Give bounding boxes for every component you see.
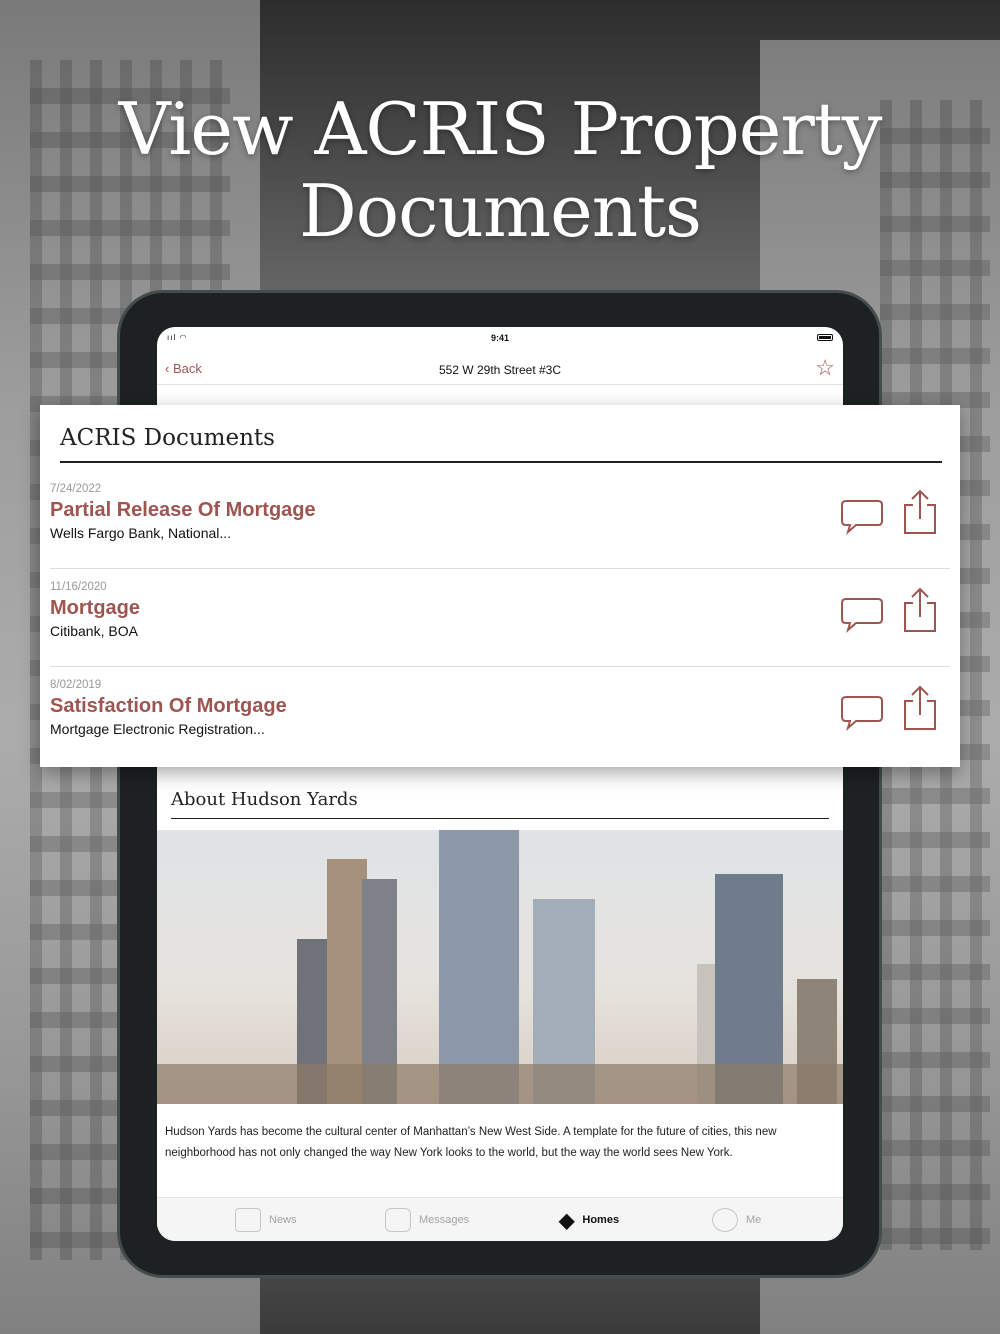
map-pin-icon: ◆	[559, 1209, 575, 1232]
tab-homes-label: Homes	[582, 1214, 620, 1226]
tab-messages[interactable]: Messages	[385, 1206, 469, 1234]
status-bar: ııl ◠ 9:41	[157, 327, 843, 349]
tab-messages-label: Messages	[419, 1214, 470, 1226]
headline: View ACRIS Property Documents	[0, 88, 1000, 252]
document-party: Mortgage Electronic Registration...	[50, 721, 265, 737]
newspaper-icon	[235, 1208, 261, 1232]
tab-bar: News Messages ◆ Homes Me	[157, 1197, 843, 1241]
about-section-title: About Hudson Yards	[171, 789, 829, 819]
comment-icon[interactable]	[840, 693, 884, 733]
document-party: Wells Fargo Bank, National...	[50, 525, 232, 541]
acris-documents-card: ACRIS Documents 7/24/2022 Partial Releas…	[40, 405, 960, 767]
document-date: 8/02/2019	[50, 679, 102, 691]
tab-news[interactable]: News	[235, 1206, 297, 1234]
share-icon[interactable]	[902, 587, 938, 633]
document-party: Citibank, BOA	[50, 623, 138, 639]
tab-news-label: News	[269, 1214, 297, 1226]
star-icon[interactable]: ☆	[815, 357, 835, 379]
tab-homes[interactable]: ◆ Homes	[559, 1206, 619, 1234]
document-title[interactable]: Satisfaction Of Mortgage	[50, 695, 287, 718]
tab-me[interactable]: Me	[712, 1206, 761, 1234]
document-row[interactable]: 11/16/2020 Mortgage Citibank, BOA	[50, 569, 950, 667]
about-description: Hudson Yards has become the cultural cen…	[165, 1126, 777, 1159]
document-date: 7/24/2022	[50, 483, 102, 495]
comment-icon[interactable]	[840, 497, 884, 537]
headline-line-2: Documents	[299, 169, 702, 253]
user-icon	[712, 1208, 738, 1232]
document-row[interactable]: 8/02/2019 Satisfaction Of Mortgage Mortg…	[50, 667, 950, 765]
tab-me-label: Me	[746, 1214, 762, 1226]
status-time: 9:41	[490, 333, 509, 343]
headline-line-1: View ACRIS Property	[118, 87, 883, 171]
comment-icon[interactable]	[840, 595, 884, 635]
share-icon[interactable]	[902, 489, 938, 535]
acris-section-title: ACRIS Documents	[60, 425, 942, 463]
navigation-bar: ‹ Back 552 W 29th Street #3C ☆	[157, 355, 843, 385]
hudson-yards-skyline-image	[157, 830, 843, 1104]
share-icon[interactable]	[902, 685, 938, 731]
document-title[interactable]: Mortgage	[50, 597, 140, 620]
document-row[interactable]: 7/24/2022 Partial Release Of Mortgage We…	[50, 471, 950, 569]
document-date: 11/16/2020	[50, 581, 107, 593]
property-address-title: 552 W 29th Street #3C	[438, 363, 562, 377]
chat-bubble-icon	[385, 1208, 411, 1232]
document-title[interactable]: Partial Release Of Mortgage	[50, 499, 316, 522]
battery-icon	[817, 334, 833, 341]
